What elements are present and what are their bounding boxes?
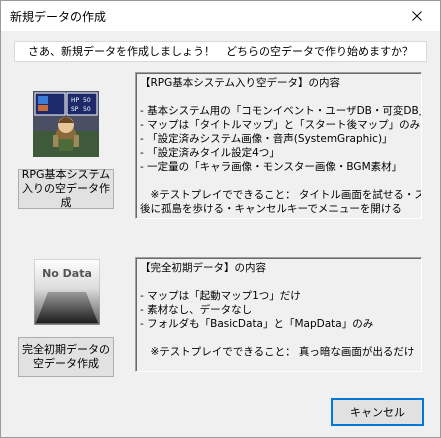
close-icon: [412, 11, 422, 21]
nodata-preview-text: No Data: [42, 267, 92, 280]
rpg-preview-image: HP 50 SP 50: [33, 91, 99, 157]
rpg-desc-line: 【RPG基本システム入り空データ】の内容: [140, 77, 340, 89]
rpg-preview-sp-value: 50: [83, 106, 91, 113]
nodata-desc-line: - 素材なし、データなし: [140, 304, 253, 316]
rpg-desc-line: - 「設定済みタイル設定4つ」: [140, 147, 280, 159]
cancel-button[interactable]: キャンセル: [331, 398, 424, 426]
rpg-desc-line: - 基本システム用の「コモンイベント・ユーザDB・可変DB」: [140, 105, 422, 117]
rpg-description-box: 【RPG基本システム入り空データ】の内容 - 基本システム用の「コモンイベント・…: [135, 72, 422, 219]
nodata-description-box: 【完全初期データ】の内容 - マップは「起動マップ1つ」だけ - 素材なし、デー…: [135, 257, 422, 372]
dialog-window: 新規データの作成 さあ、新規データを作成しましょう！ どちらの空データで作り始め…: [0, 0, 441, 438]
nodata-desc-line: - マップは「起動マップ1つ」だけ: [140, 290, 301, 302]
dialog-client: さあ、新規データを作成しましょう！ どちらの空データで作り始めますか？ HP 5…: [1, 31, 440, 437]
rpg-desc-line: - マップは「タイトルマップ」と「スタート後マップ」のみ: [140, 119, 421, 131]
rpg-preview-hp-value: 50: [83, 97, 91, 104]
title-bar: 新規データの作成: [1, 1, 440, 31]
create-blank-data-button[interactable]: 完全初期データの 空データ作成: [18, 337, 114, 377]
close-button[interactable]: [394, 1, 440, 31]
rpg-desc-line: - 「設定済みシステム画像・音声(SystemGraphic)」: [140, 133, 393, 145]
nodata-desc-line: ※テストプレイでできること： 真っ暗な画面が出るだけ: [140, 346, 415, 358]
window-title: 新規データの作成: [10, 10, 107, 24]
nodata-preview-image: No Data: [34, 259, 100, 325]
nodata-desc-line: 【完全初期データ】の内容: [140, 262, 266, 274]
create-rpg-data-button[interactable]: RPG基本システム 入りの空データ作成: [18, 168, 114, 209]
rpg-desc-line: ※テストプレイでできること： タイトル画面を試せる・スタート: [150, 189, 421, 201]
rpg-desc-line: 後に孤島を歩ける・キャンセルキーでメニューを開ける: [140, 203, 402, 215]
nodata-desc-line: - フォルダも「BasicData」と「MapData」のみ: [140, 318, 374, 330]
rpg-preview-hp-label: HP: [71, 97, 80, 104]
rpg-desc-line: - 一定量の「キャラ画像・モンスター画像・BGM素材」: [140, 161, 403, 173]
rpg-preview-sp-label: SP: [71, 106, 79, 113]
prompt-text: さあ、新規データを作成しましょう！ どちらの空データで作り始めますか？: [14, 41, 427, 62]
